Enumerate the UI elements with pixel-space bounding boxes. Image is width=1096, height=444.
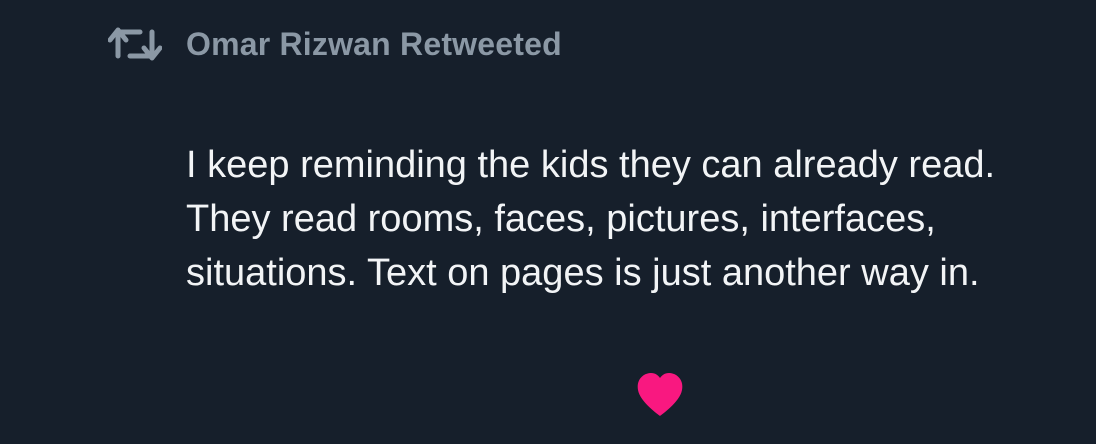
retweet-icon (108, 22, 162, 66)
heart-icon[interactable] (636, 372, 684, 418)
tweet-text: I keep reminding the kids they can alrea… (186, 144, 996, 294)
retweet-label[interactable]: Omar Rizwan Retweeted (186, 26, 562, 63)
tweet: Omar Rizwan Retweeted I keep reminding t… (0, 0, 1096, 444)
retweet-context: Omar Rizwan Retweeted (108, 22, 562, 66)
